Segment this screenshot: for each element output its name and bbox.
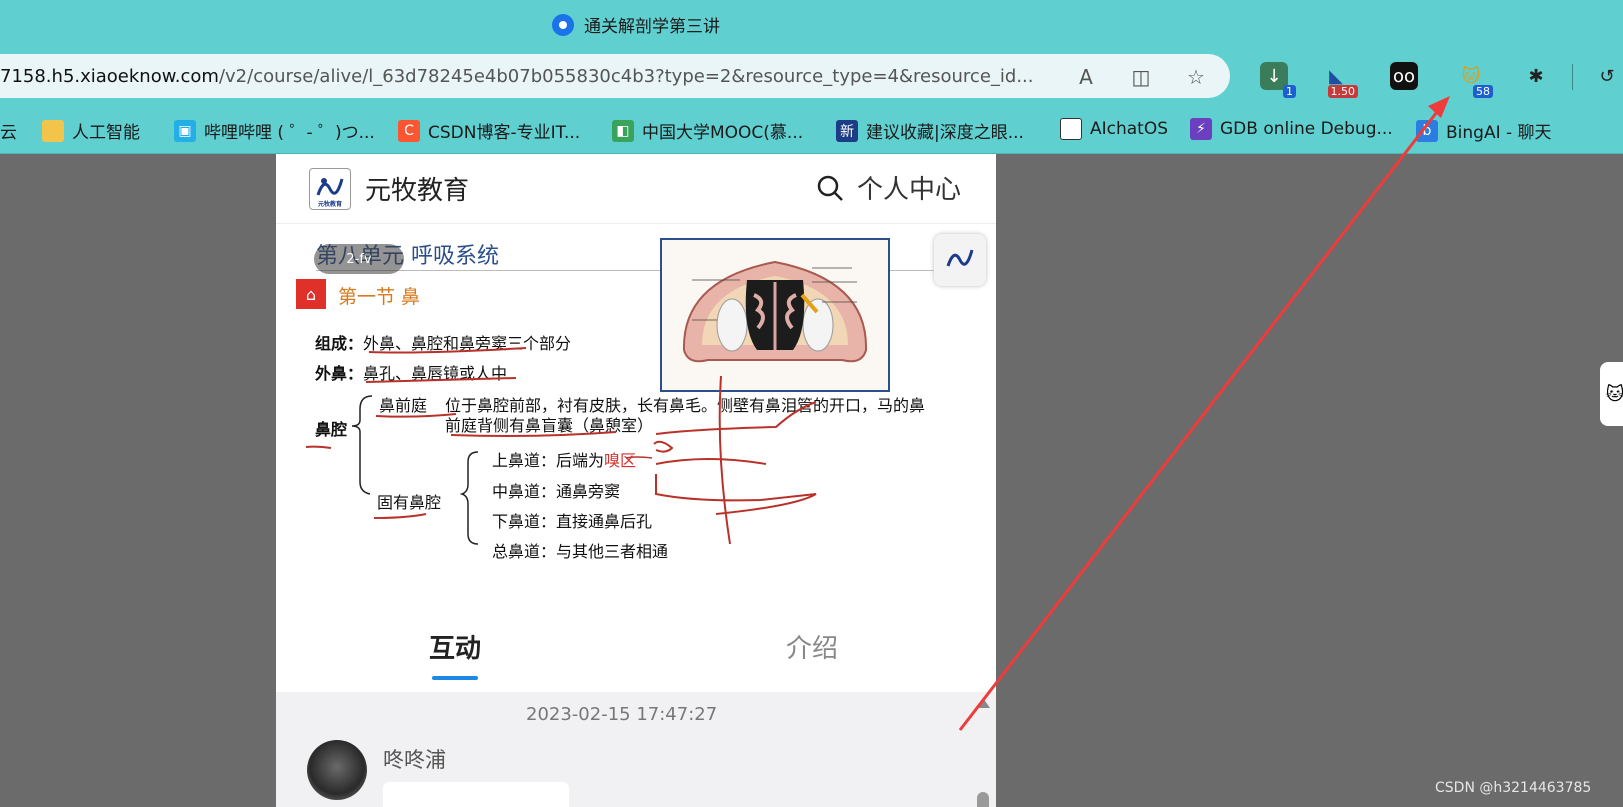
external-label: 外鼻： (315, 364, 364, 383)
nasal-cavity-diagram (660, 238, 890, 392)
extensions-puzzle-icon[interactable]: ✱ (1522, 62, 1550, 90)
bookmarks-bar: 云 人工智能 ▣ 哔哩哔哩 ( ゜- ゜)つ... C CSDN博客-专业IT...… (0, 108, 1623, 154)
news-icon: 新 (836, 119, 858, 142)
proper-cavity-label: 固有鼻腔 (377, 493, 442, 512)
floating-cat-icon[interactable]: 🐱 (1600, 362, 1623, 426)
download-badge: 1 (1283, 85, 1296, 98)
bookmark-label: 中国大学MOOC(慕... (642, 123, 804, 143)
active-tab-indicator (432, 676, 478, 680)
tab-interaction[interactable]: 互动 (429, 628, 481, 665)
site-header: 元牧教育 元牧教育 个人中心 (276, 154, 996, 224)
external-nose-row: 外鼻：鼻孔、鼻唇镜或人中 (315, 360, 507, 384)
chat-panel[interactable]: 2023-02-15 17:47:27 咚咚浦 (276, 692, 996, 807)
meatus-superior: 上鼻道：后端为嗅区 (492, 447, 636, 471)
bookmark-label: 云 (0, 123, 17, 143)
toolbar-separator (1572, 64, 1573, 90)
chat-message-bubble (383, 782, 569, 807)
meatus-common: 总鼻道：与其他三者相通 (492, 542, 669, 561)
meatus-inferior: 下鼻道：直接通鼻后孔 (492, 512, 653, 531)
bolt-icon: ⚡ (1190, 118, 1212, 140)
bookmark-cloud[interactable]: 云 (0, 118, 17, 143)
bookmark-bingai[interactable]: b BingAI - 聊天 (1416, 118, 1552, 143)
bing-icon: b (1416, 119, 1438, 142)
bookmark-csdn[interactable]: C CSDN博客-专业IT... (398, 118, 580, 143)
bookmark-deepeye[interactable]: 新建议收藏|深度之眼... (836, 118, 1024, 143)
vestibule-label: 鼻前庭 (379, 396, 428, 415)
mooc-icon: ◧ (612, 119, 634, 142)
corner-logo-icon (934, 234, 986, 286)
read-aloud-icon[interactable]: A (1073, 64, 1099, 90)
scrollbar-thumb[interactable] (977, 792, 989, 807)
bookmark-aichatos[interactable]: AIchatOS (1060, 118, 1168, 140)
address-row: 7158.h5.xiaoeknow.com/v2/course/alive/l_… (0, 50, 1623, 108)
title-bar: 通关解剖学第三讲 (0, 0, 1623, 50)
tab-intro[interactable]: 介绍 (786, 628, 838, 665)
nasal-anatomy-image (682, 260, 868, 363)
composition-text: 外鼻、鼻腔和鼻旁窦三个部分 (363, 334, 572, 353)
window-title: 通关解剖学第三讲 (584, 17, 720, 37)
logo-mark-icon: 元牧教育 (316, 178, 344, 208)
avatar[interactable] (307, 740, 367, 800)
music-app-icon (552, 13, 574, 36)
favorite-star-icon[interactable]: ☆ (1183, 64, 1209, 90)
history-icon[interactable]: ↺ (1593, 62, 1621, 90)
folder-icon (42, 119, 64, 142)
speed-badge: 1.50 (1327, 85, 1358, 98)
olfactory-region: 嗅区 (604, 451, 637, 470)
address-bar[interactable]: 7158.h5.xiaoeknow.com/v2/course/alive/l_… (0, 54, 1230, 98)
url-host: 7158.h5.xiaoeknow.com (0, 65, 219, 87)
meatus-sup-label: 上鼻道：后端为 (492, 451, 605, 470)
section-title: 第一节 鼻 (338, 286, 421, 308)
bookmark-label: CSDN博客-专业IT... (428, 123, 581, 143)
bookmark-label: 哔哩哔哩 ( ゜- ゜)つ... (204, 123, 375, 143)
bookmark-bilibili[interactable]: ▣ 哔哩哔哩 ( ゜- ゜)つ... (174, 118, 375, 143)
cat-badge: 58 (1473, 85, 1493, 98)
bookmark-mooc[interactable]: ◧ 中国大学MOOC(慕... (612, 118, 803, 143)
download-icon[interactable]: ↓ 1 (1260, 62, 1296, 98)
personal-center-link[interactable]: 个人中心 (857, 169, 961, 206)
bookmark-label: 建议收藏|深度之眼... (866, 123, 1024, 143)
bookmark-label: GDB online Debug... (1220, 119, 1393, 139)
lecture-slide[interactable]: 第八单元 呼吸系统 2-fv ⌂ 第一节 鼻 组成：外鼻、鼻腔和鼻旁窦三个部分 … (276, 224, 996, 614)
composition-label: 组成： (315, 334, 364, 353)
file-icon (1060, 118, 1082, 140)
url-path: /v2/course/alive/l_63d78245e4b07b055830c… (218, 65, 1034, 87)
progress-tag: 2-fv (314, 244, 404, 274)
bookmark-label: BingAI - 聊天 (1446, 123, 1552, 143)
home-icon: ⌂ (296, 279, 326, 309)
watermark: CSDN @h3214463785 (1435, 780, 1592, 796)
glasses-icon[interactable]: oo (1390, 62, 1418, 90)
content-tabs: 互动 介绍 (276, 614, 996, 692)
site-brand: 元牧教育 (365, 176, 470, 206)
external-text: 鼻孔、鼻唇镜或人中 (363, 364, 508, 383)
csdn-icon: C (398, 119, 420, 142)
cat-icon[interactable]: 🐱 58 (1457, 62, 1493, 98)
scroll-up-icon[interactable] (976, 698, 990, 708)
search-icon[interactable] (816, 174, 844, 202)
speed-icon[interactable]: ◣ 1.50 (1322, 62, 1358, 98)
bookmark-label: AIchatOS (1090, 119, 1169, 139)
bilibili-icon: ▣ (174, 119, 196, 142)
site-logo[interactable]: 元牧教育 (309, 168, 351, 210)
composition-row: 组成：外鼻、鼻腔和鼻旁窦三个部分 (315, 330, 571, 354)
url-text[interactable]: 7158.h5.xiaoeknow.com/v2/course/alive/l_… (0, 66, 1050, 87)
corner-logo-mark (946, 249, 974, 267)
bookmark-label: 人工智能 (72, 123, 140, 143)
window-title-group: 通关解剖学第三讲 (552, 12, 720, 37)
logo-text: 元牧教育 (318, 200, 342, 208)
chat-username: 咚咚浦 (383, 748, 446, 772)
meatus-middle: 中鼻道：通鼻旁窦 (492, 482, 621, 501)
vestibule-text-2: 前庭背侧有鼻盲囊（鼻憩室） (445, 416, 654, 435)
bookmark-ai[interactable]: 人工智能 (42, 118, 140, 143)
page-content: 元牧教育 元牧教育 个人中心 第八单元 呼吸系统 2-fv ⌂ 第一节 鼻 组成… (276, 154, 996, 807)
split-screen-icon[interactable]: ◫ (1128, 64, 1154, 90)
chat-timestamp: 2023-02-15 17:47:27 (526, 704, 718, 725)
bookmark-gdb[interactable]: ⚡ GDB online Debug... (1190, 118, 1393, 140)
cavity-label: 鼻腔 (315, 420, 348, 439)
